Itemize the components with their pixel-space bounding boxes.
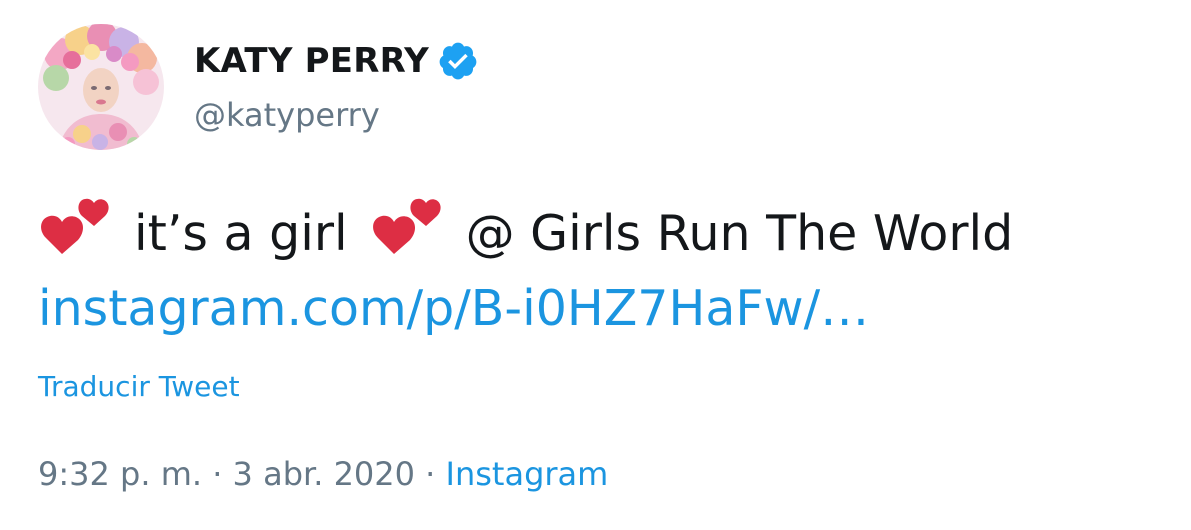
avatar-image [38, 24, 164, 150]
two-hearts-icon [370, 194, 444, 264]
tweet-text-part-1: it’s a girl [134, 204, 348, 262]
user-handle[interactable]: @katyperry [194, 96, 380, 134]
two-hearts-icon [38, 194, 112, 264]
tweet-text: it’s a girl @ Girls Run The World [38, 198, 1013, 268]
translate-tweet-link[interactable]: Traducir Tweet [38, 370, 240, 403]
instagram-link[interactable]: instagram.com/p/B-i0HZ7HaFw/… [38, 280, 869, 337]
tweet-metadata: 9:32 p. m. · 3 abr. 2020 · Instagram [38, 455, 608, 493]
tweet-card: KATY PERRY @katyperry it’s a girl @ Girl… [0, 0, 1191, 530]
meta-separator: · [425, 455, 436, 493]
tweet-date[interactable]: 3 abr. 2020 [233, 455, 415, 493]
verified-badge-icon [437, 40, 479, 82]
tweet-source-link[interactable]: Instagram [446, 455, 609, 493]
avatar[interactable] [38, 24, 164, 150]
display-name-text: KATY PERRY [194, 41, 429, 81]
meta-separator: · [212, 455, 223, 493]
display-name[interactable]: KATY PERRY [194, 40, 479, 82]
tweet-time[interactable]: 9:32 p. m. [38, 455, 202, 493]
tweet-text-part-2: @ Girls Run The World [465, 204, 1014, 262]
